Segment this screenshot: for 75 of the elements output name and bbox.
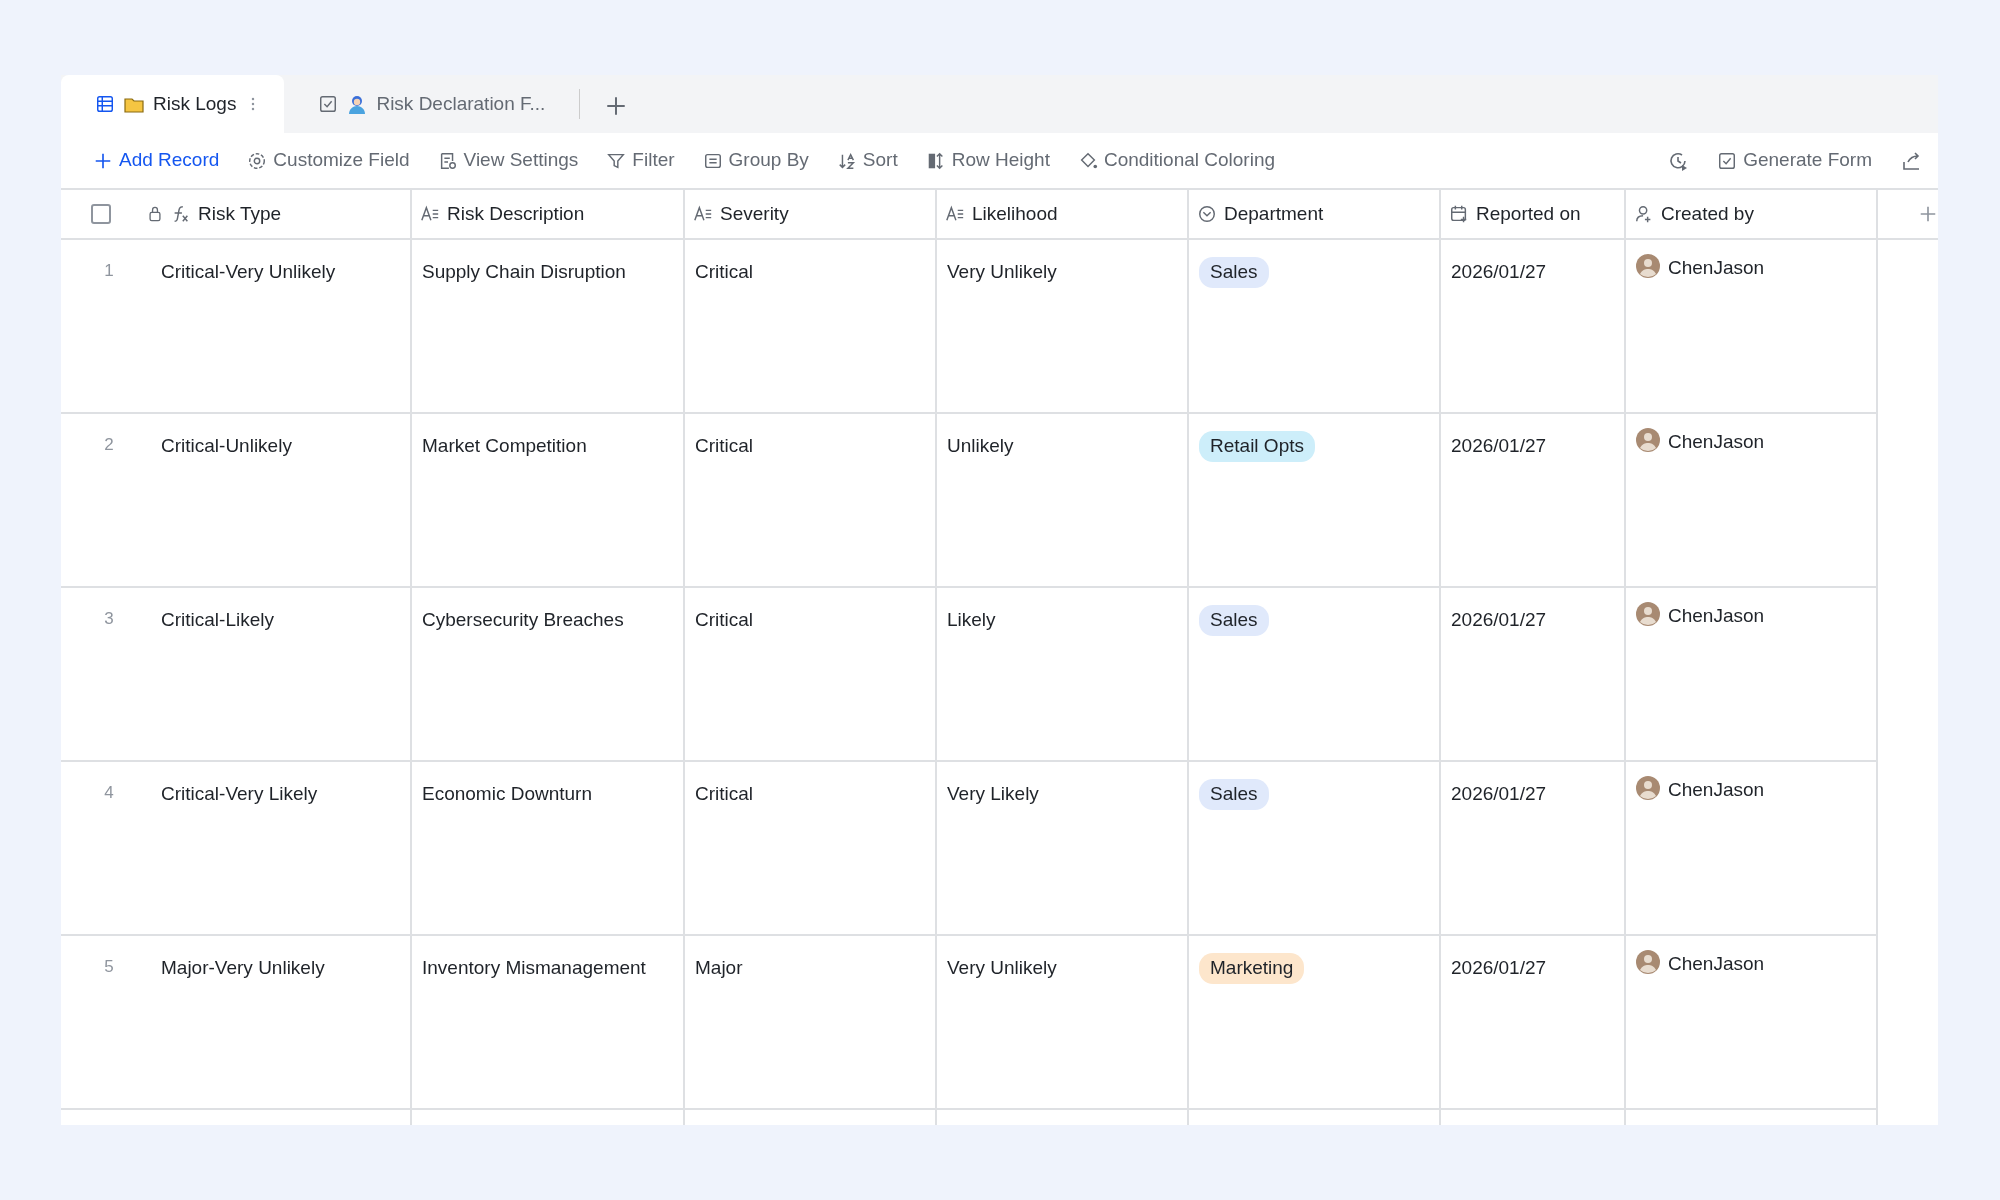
table-cell: 2026/01/27 [1451, 957, 1547, 978]
table-cell: 2026/01/27 [1451, 261, 1547, 282]
table-cell: Inventory Mismanagement [422, 957, 646, 978]
table-cell: Major [695, 957, 743, 978]
department-tag: Sales [1199, 257, 1269, 288]
avatar-icon [1636, 950, 1660, 974]
row-number: 4 [103, 782, 115, 804]
toolbar-button[interactable]: Customize Field [247, 146, 410, 175]
table-cell-text: Major-Very Unlikely [161, 956, 325, 980]
toolbar-button[interactable]: Filter [606, 146, 675, 175]
grid-icon [95, 94, 115, 114]
table-cell: 2026/01/27 [1451, 435, 1547, 456]
table-cell: Likely [947, 609, 996, 630]
calendar-icon [1449, 204, 1469, 224]
row-number: 1 [103, 260, 115, 282]
table-cell: Supply Chain Disruption [422, 261, 626, 282]
table-cell-text: Critical-Very Likely [161, 782, 318, 806]
column-header[interactable]: Likelihood [972, 199, 1058, 229]
table-cell: Unlikely [947, 435, 1014, 456]
table-cell: Very Unlikely [947, 957, 1057, 978]
tab[interactable]: Risk Declaration F... [284, 75, 568, 133]
table-cell: 2026/01/27 [1451, 783, 1547, 804]
column-header[interactable]: Reported on [1476, 199, 1581, 229]
checkbox-form-icon [318, 94, 339, 114]
user-name: ChenJason [1668, 430, 1765, 454]
dropdown-circle-icon [1197, 204, 1217, 224]
avatar-icon [1636, 254, 1660, 278]
checkbox-form-icon [1717, 150, 1738, 171]
column-header[interactable]: Risk Type [198, 199, 282, 229]
column-header[interactable]: Department [1224, 199, 1324, 229]
text-field-icon [420, 204, 440, 224]
text-field-icon [945, 204, 965, 224]
toolbar-button[interactable]: Row Height [925, 146, 1050, 175]
select-all-checkbox[interactable] [91, 204, 111, 224]
table-cell: Critical [695, 783, 754, 804]
row-number: 2 [103, 434, 115, 456]
table-cell: Cybersecurity Breaches [422, 609, 624, 630]
toolbar-button[interactable]: Sort [836, 146, 898, 175]
lock-icon [146, 205, 164, 223]
user-name: ChenJason [1668, 778, 1765, 802]
share-icon[interactable] [1900, 149, 1922, 172]
row-number: 5 [103, 956, 115, 978]
row-number: 3 [103, 608, 115, 630]
table-cell-text: Critical-Very Unlikely [161, 260, 336, 284]
department-tag: Sales [1199, 605, 1269, 636]
add-record-button[interactable]: Add Record [93, 146, 220, 175]
generate-form-button[interactable]: Generate Form [1717, 146, 1872, 175]
avatar-icon [1636, 428, 1660, 452]
department-tag: Sales [1199, 779, 1269, 810]
toolbar-button[interactable]: Group By [702, 146, 809, 175]
table-cell: Economic Downturn [422, 783, 593, 804]
department-tag: Marketing [1199, 953, 1305, 984]
table-cell: Critical [695, 609, 754, 630]
department-tag: Retail Opts [1199, 431, 1315, 462]
gear-icon [247, 150, 268, 171]
table-cell: Critical [695, 435, 754, 456]
toolbar-button[interactable]: View Settings [437, 146, 579, 175]
table-cell-text: Critical-Likely [161, 608, 274, 632]
table-cell: Critical [695, 261, 754, 282]
table-cell: 2026/01/27 [1451, 609, 1547, 630]
avatar-icon [1636, 602, 1660, 626]
column-header[interactable]: Risk Description [447, 199, 585, 229]
tab[interactable]: Risk Logs [61, 75, 285, 133]
text-field-icon [693, 204, 713, 224]
user-name: ChenJason [1668, 256, 1765, 280]
avatar-icon [1636, 776, 1660, 800]
user-name: ChenJason [1668, 604, 1765, 628]
table-cell-text: Critical-Unlikely [161, 434, 292, 458]
toolbar-button[interactable]: Conditional Coloring [1077, 146, 1276, 175]
table-cell: Very Unlikely [947, 261, 1057, 282]
table-cell: Market Competition [422, 435, 587, 456]
column-header[interactable]: Created by [1661, 199, 1754, 229]
user-name: ChenJason [1668, 952, 1765, 976]
table-cell: Very Likely [947, 783, 1039, 804]
column-header[interactable]: Severity [720, 199, 789, 229]
